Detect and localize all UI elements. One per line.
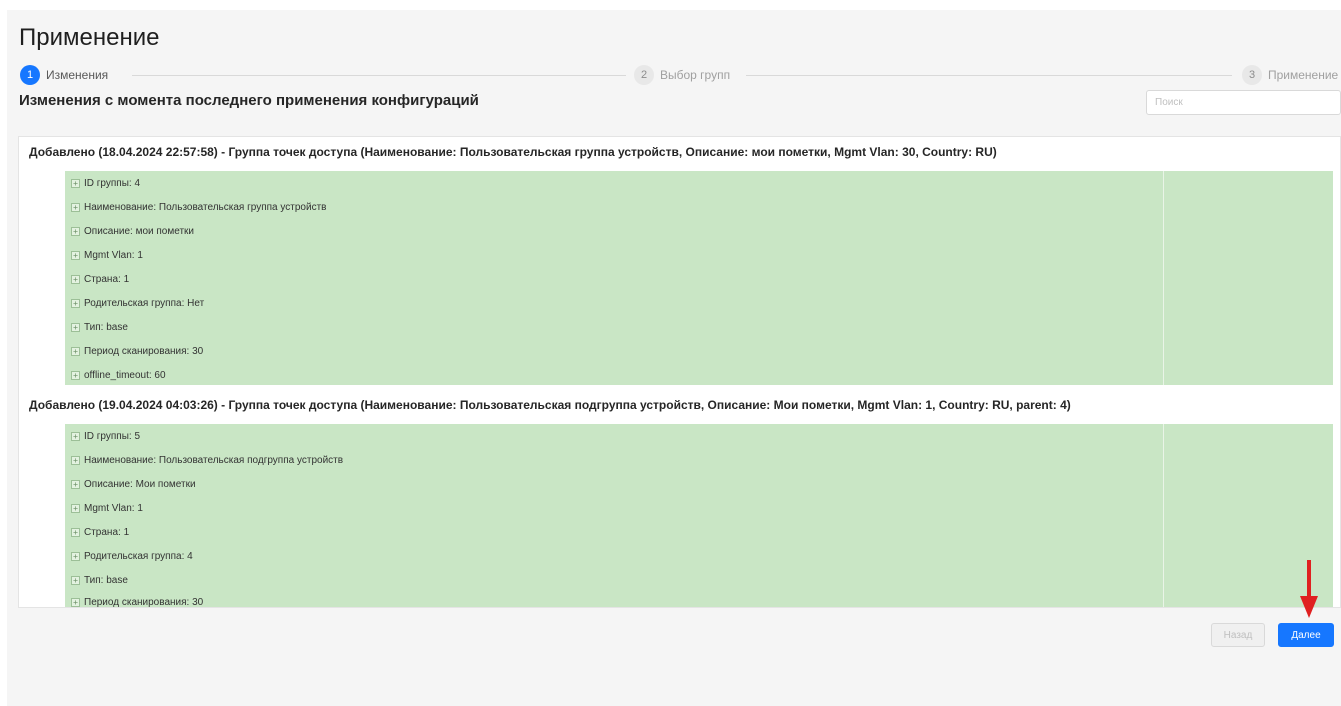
change-header: Добавлено (19.04.2024 04:03:26) - Группа…: [29, 398, 1071, 412]
detail-row[interactable]: + Описание: Мои пометки: [71, 472, 196, 496]
plus-square-icon[interactable]: +: [71, 298, 80, 308]
detail-row[interactable]: + Mgmt Vlan: 1: [71, 496, 143, 520]
detail-row[interactable]: + Период сканирования: 30: [71, 590, 204, 608]
apply-page: Применение 1 Изменения 2 Выбор групп 3 П…: [7, 10, 1341, 706]
detail-text: Наименование: Пользовательская группа ус…: [84, 201, 327, 213]
column-divider: [1163, 171, 1164, 385]
detail-row[interactable]: + offline_timeout: 60: [71, 363, 166, 387]
detail-text: Описание: мои пометки: [84, 225, 194, 237]
changes-subtitle: Изменения с момента последнего применени…: [19, 92, 479, 109]
plus-square-icon[interactable]: +: [71, 597, 80, 607]
detail-text: Mgmt Vlan: 1: [84, 502, 143, 514]
detail-text: Страна: 1: [84, 273, 130, 285]
plus-square-icon[interactable]: +: [71, 202, 80, 212]
search-input[interactable]: [1146, 90, 1341, 115]
detail-text: ID группы: 4: [84, 177, 141, 189]
plus-square-icon[interactable]: +: [71, 503, 80, 513]
plus-square-icon[interactable]: +: [71, 274, 80, 284]
next-button[interactable]: Далее: [1278, 623, 1334, 647]
step-label: Изменения: [46, 68, 109, 82]
column-divider: [1163, 424, 1164, 607]
detail-text: Тип: base: [84, 574, 128, 586]
plus-square-icon[interactable]: +: [71, 250, 80, 260]
change-details: + ID группы: 5 + Наименование: Пользовател…: [65, 424, 1333, 608]
detail-text: Период сканирования: 30: [84, 345, 204, 357]
plus-square-icon[interactable]: +: [71, 575, 80, 585]
plus-square-icon[interactable]: +: [71, 370, 80, 380]
detail-row[interactable]: + ID группы: 4: [71, 171, 140, 195]
back-button[interactable]: Назад: [1211, 623, 1265, 647]
plus-square-icon[interactable]: +: [71, 178, 80, 188]
detail-text: Наименование: Пользовательская подгруппа…: [84, 454, 344, 466]
detail-row[interactable]: + Страна: 1: [71, 267, 129, 291]
detail-text: Родительская группа: 4: [84, 550, 193, 562]
detail-text: Описание: Мои пометки: [84, 478, 196, 490]
detail-row[interactable]: + Родительская группа: Нет: [71, 291, 204, 315]
detail-row[interactable]: + Страна: 1: [71, 520, 129, 544]
detail-text: offline_timeout: 60: [84, 369, 166, 381]
detail-text: ID группы: 5: [84, 430, 141, 442]
detail-text: Период сканирования: 30: [84, 596, 204, 608]
change-details: + ID группы: 4 + Наименование: Пользовател…: [65, 171, 1333, 385]
detail-row[interactable]: + Mgmt Vlan: 1: [71, 243, 143, 267]
step-label: Выбор групп: [660, 68, 731, 82]
step-connector: [132, 75, 626, 76]
step-number: 3: [1242, 65, 1262, 85]
change-header: Добавлено (18.04.2024 22:57:58) - Группа…: [29, 145, 997, 159]
step-number: 2: [634, 65, 654, 85]
step-changes[interactable]: 1 Изменения: [20, 65, 108, 85]
page-title: Применение: [19, 24, 160, 51]
step-label: Применение: [1268, 68, 1339, 82]
plus-square-icon[interactable]: +: [71, 527, 80, 537]
step-group-selection[interactable]: 2 Выбор групп: [634, 65, 730, 85]
detail-text: Страна: 1: [84, 526, 130, 538]
detail-row[interactable]: + Тип: base: [71, 315, 128, 339]
detail-row[interactable]: + Период сканирования: 30: [71, 339, 203, 363]
plus-square-icon[interactable]: +: [71, 226, 80, 236]
plus-square-icon[interactable]: +: [71, 431, 80, 441]
step-connector: [746, 75, 1232, 76]
detail-text: Тип: base: [84, 321, 128, 333]
step-number: 1: [20, 65, 40, 85]
detail-row[interactable]: + ID группы: 5: [71, 424, 140, 448]
detail-text: Родительская группа: Нет: [84, 297, 205, 309]
arrow-down-icon: [1300, 560, 1318, 618]
detail-row[interactable]: + Тип: base: [71, 568, 128, 592]
detail-row[interactable]: + Родительская группа: 4: [71, 544, 193, 568]
changes-panel[interactable]: Добавлено (18.04.2024 22:57:58) - Группа…: [18, 136, 1341, 608]
detail-row[interactable]: + Наименование: Пользовательская группа у…: [71, 195, 326, 219]
plus-square-icon[interactable]: +: [71, 479, 80, 489]
plus-square-icon[interactable]: +: [71, 551, 80, 561]
step-apply[interactable]: 3 Применение: [1242, 65, 1338, 85]
plus-square-icon[interactable]: +: [71, 455, 80, 465]
detail-row[interactable]: + Описание: мои пометки: [71, 219, 194, 243]
plus-square-icon[interactable]: +: [71, 322, 80, 332]
plus-square-icon[interactable]: +: [71, 346, 80, 356]
detail-text: Mgmt Vlan: 1: [84, 249, 143, 261]
steps-bar: 1 Изменения 2 Выбор групп 3 Применение: [20, 65, 1341, 87]
detail-row[interactable]: + Наименование: Пользовательская подгрупп…: [71, 448, 343, 472]
